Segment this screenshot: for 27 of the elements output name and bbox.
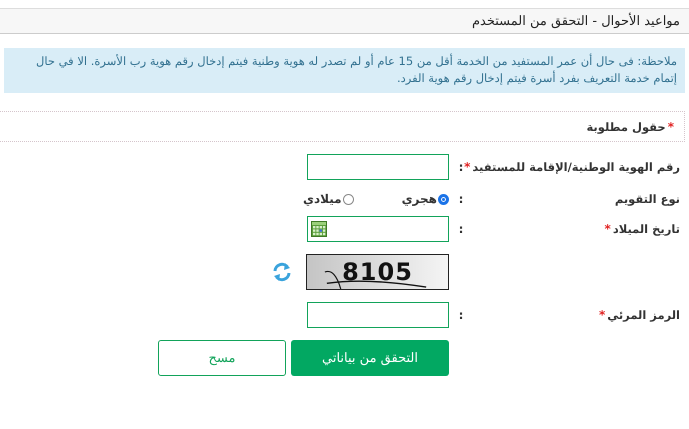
input-field[interactable] xyxy=(307,302,449,328)
required-marker: * xyxy=(604,222,611,236)
field-label: تاريخ الميلاد xyxy=(612,222,680,236)
input-field[interactable] xyxy=(307,154,449,180)
required-marker: * xyxy=(598,308,606,322)
field-label: رقم الهوية الوطنية/الإقامة للمستفيد xyxy=(472,160,680,174)
verify-button[interactable]: التحقق من بياناتي xyxy=(291,340,449,376)
field-label: الرمز المرئي xyxy=(607,308,680,322)
date-field[interactable] xyxy=(307,216,449,242)
field-label: نوع التقويم xyxy=(614,192,680,206)
radio-button[interactable] xyxy=(342,194,354,204)
radio-button[interactable] xyxy=(438,194,449,204)
page-title: مواعيد الأحوال - التحقق من المستخدم xyxy=(472,14,680,28)
separator: : xyxy=(458,308,464,322)
separator: : xyxy=(458,222,464,236)
required-marker: * xyxy=(464,160,470,174)
radio-label: ميلادي xyxy=(302,192,342,206)
captcha-image: 8105 xyxy=(306,254,449,290)
separator: : xyxy=(458,192,464,206)
note-text: ملاحظة: فى حال أن عمر المستفيد من الخدمة أقل من 15 عام أو لم تصدر له هوية وطنية فيتم إدخال رقم هوية رب الأسرة. الا في حال إتمام خدمة التعريف بفرد أسرة فيتم إدخال رقم هوية الفرد. xyxy=(36,54,677,85)
required-marker: * xyxy=(668,120,674,134)
legend-text: حقول مطلوبة xyxy=(586,120,666,134)
calendar-icon[interactable] xyxy=(311,221,327,237)
separator: : xyxy=(458,160,464,174)
radio-label: هجري xyxy=(402,192,437,206)
refresh-icon[interactable] xyxy=(272,262,292,282)
clear-button[interactable]: مسح xyxy=(158,340,286,376)
